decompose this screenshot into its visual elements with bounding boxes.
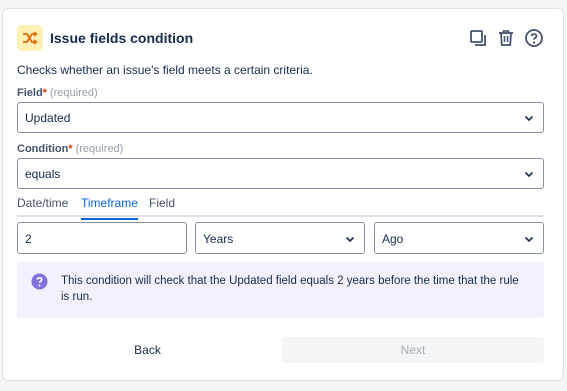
condition-select[interactable]: equals [17,158,544,189]
shuffle-icon [17,25,43,51]
field-label-text: Field [17,87,43,99]
field-label: Field* (required) [17,87,98,99]
tab-date-time[interactable]: Date/time [17,196,68,217]
timeframe-amount-input[interactable]: 2 [17,222,187,254]
panel-header: Issue fields condition [17,25,549,53]
chevron-down-icon [524,236,534,243]
duplicate-icon[interactable] [467,25,489,51]
back-button[interactable]: Back [17,337,278,363]
chevron-down-icon [524,115,534,122]
issue-fields-condition-panel: Issue fields condition Checks whether an… [2,8,564,381]
timeframe-amount-value: 2 [25,232,32,246]
timeframe-direction-value: Ago [382,232,404,246]
required-mark: * [42,87,47,99]
panel-title: Issue fields condition [50,30,194,46]
required-mark: * [68,143,73,155]
timeframe-direction-select[interactable]: Ago [374,222,544,254]
required-hint: (required) [75,143,124,155]
info-message: This condition will check that the Updat… [17,262,544,318]
info-text: This condition will check that the Updat… [61,275,519,303]
question-circle-icon [31,273,48,290]
header-actions [467,25,545,51]
panel-description: Checks whether an issue's field meets a … [17,63,313,77]
field-select[interactable]: Updated [17,102,544,133]
tab-timeframe[interactable]: Timeframe [81,196,138,220]
required-hint: (required) [49,87,98,99]
condition-label: Condition* (required) [17,143,123,155]
help-icon[interactable] [523,25,545,51]
value-type-tabs: Date/time Timeframe Field [17,195,544,220]
chevron-down-icon [524,171,534,178]
field-select-value: Updated [25,111,71,125]
chevron-down-icon [345,236,355,243]
trash-icon[interactable] [495,25,517,51]
timeframe-unit-value: Years [203,232,234,246]
condition-select-value: equals [25,167,61,181]
tab-field[interactable]: Field [149,196,175,217]
next-button[interactable]: Next [282,337,544,363]
timeframe-unit-select[interactable]: Years [195,222,365,254]
condition-label-text: Condition [17,143,69,155]
